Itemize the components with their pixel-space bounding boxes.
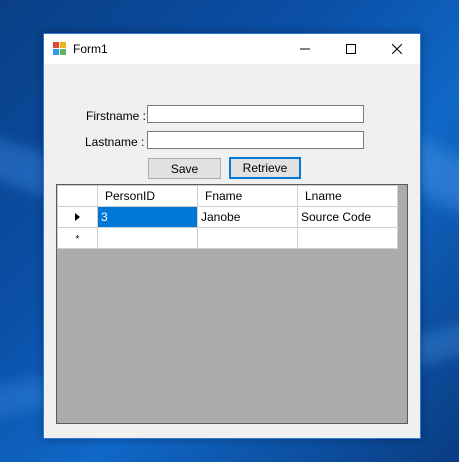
retrieve-button-label: Retrieve <box>242 161 288 175</box>
form-app-icon <box>53 42 66 55</box>
grid-corner-cell[interactable] <box>57 185 98 207</box>
minimize-icon <box>300 48 310 50</box>
new-cell-lname[interactable] <box>297 227 398 249</box>
firstname-label: Firstname : <box>86 109 147 123</box>
save-button[interactable]: Save <box>148 158 221 179</box>
cell-lname[interactable]: Source Code <box>297 206 398 228</box>
table-row[interactable]: 3 Janobe Source Code <box>57 206 398 228</box>
column-header-lname[interactable]: Lname <box>297 185 398 207</box>
lastname-input[interactable] <box>147 131 364 149</box>
new-cell-personid[interactable] <box>97 227 198 249</box>
form1-window: Form1 Firstname : Lastname : Save Retrie… <box>43 33 421 439</box>
minimize-button[interactable] <box>282 34 328 64</box>
cell-personid[interactable]: 3 <box>97 206 198 228</box>
row-header-1[interactable] <box>57 206 98 228</box>
maximize-icon <box>346 44 356 54</box>
row-pointer-icon <box>75 213 80 221</box>
person-data-grid[interactable]: PersonID Fname Lname 3 Janobe Source Cod… <box>56 184 408 424</box>
title-bar[interactable]: Form1 <box>44 34 420 64</box>
new-cell-fname[interactable] <box>197 227 298 249</box>
new-row-marker: * <box>75 234 80 245</box>
grid-header-row: PersonID Fname Lname <box>57 185 398 207</box>
firstname-input[interactable] <box>147 105 364 123</box>
new-row-header[interactable]: * <box>57 227 98 249</box>
close-icon <box>392 44 402 54</box>
save-button-label: Save <box>170 161 199 176</box>
maximize-button[interactable] <box>328 34 374 64</box>
grid-table: PersonID Fname Lname 3 Janobe Source Cod… <box>57 185 398 249</box>
window-title: Form1 <box>73 42 108 56</box>
column-header-fname[interactable]: Fname <box>197 185 298 207</box>
column-header-personid[interactable]: PersonID <box>97 185 198 207</box>
lastname-label: Lastname : <box>85 135 145 149</box>
retrieve-button[interactable]: Retrieve <box>229 157 301 179</box>
close-button[interactable] <box>374 34 420 64</box>
new-row[interactable]: * <box>57 227 398 249</box>
cell-fname[interactable]: Janobe <box>197 206 298 228</box>
